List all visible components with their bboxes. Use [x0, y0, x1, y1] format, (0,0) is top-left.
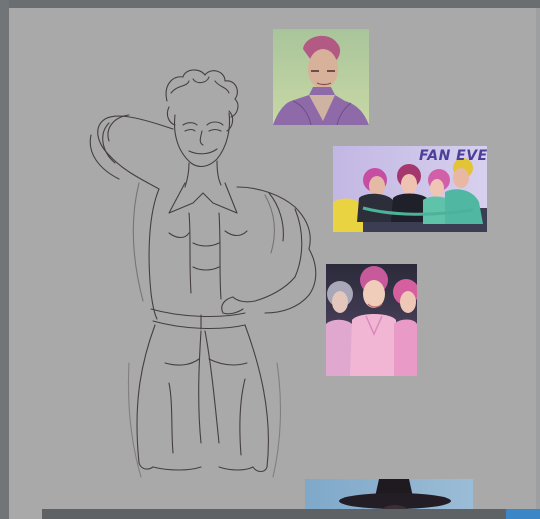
reference-portrait-green[interactable]	[273, 29, 369, 125]
reference-image	[326, 264, 417, 376]
reference-group-fan-event[interactable]: FAN EVE	[333, 146, 487, 232]
window-frame-top	[0, 0, 540, 8]
bottom-toolbar	[42, 509, 540, 519]
drawing-canvas[interactable]: FAN EVE	[9, 8, 540, 519]
figure-sketch	[89, 69, 317, 478]
canvas-edge	[536, 8, 540, 519]
reference-image	[273, 29, 369, 125]
reference-group-pink-outfits[interactable]	[326, 264, 417, 376]
window-frame-left	[0, 0, 9, 519]
reference-caption: FAN EVE	[419, 148, 487, 164]
toolbar-accent-button[interactable]	[506, 509, 540, 519]
